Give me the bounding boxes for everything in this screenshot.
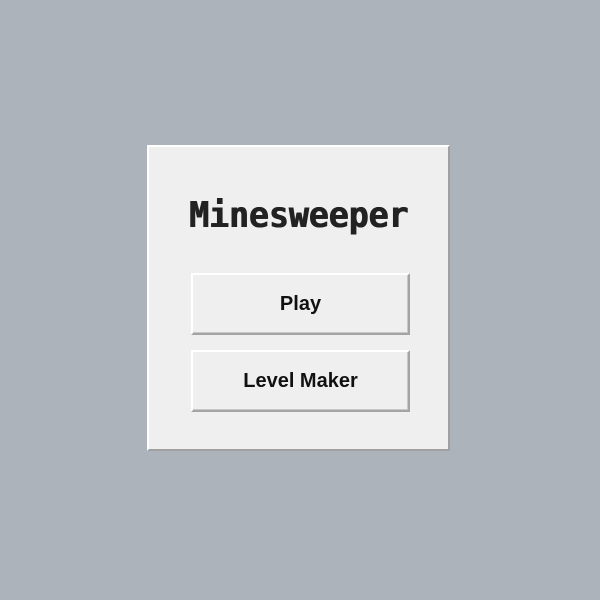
play-button[interactable]: Play <box>191 273 410 335</box>
game-title: Minesweeper <box>188 195 409 236</box>
level-maker-button[interactable]: Level Maker <box>191 350 410 412</box>
main-menu-panel: Minesweeper Play Level Maker <box>147 145 450 451</box>
game-screen: Minesweeper Play Level Maker <box>0 0 600 600</box>
